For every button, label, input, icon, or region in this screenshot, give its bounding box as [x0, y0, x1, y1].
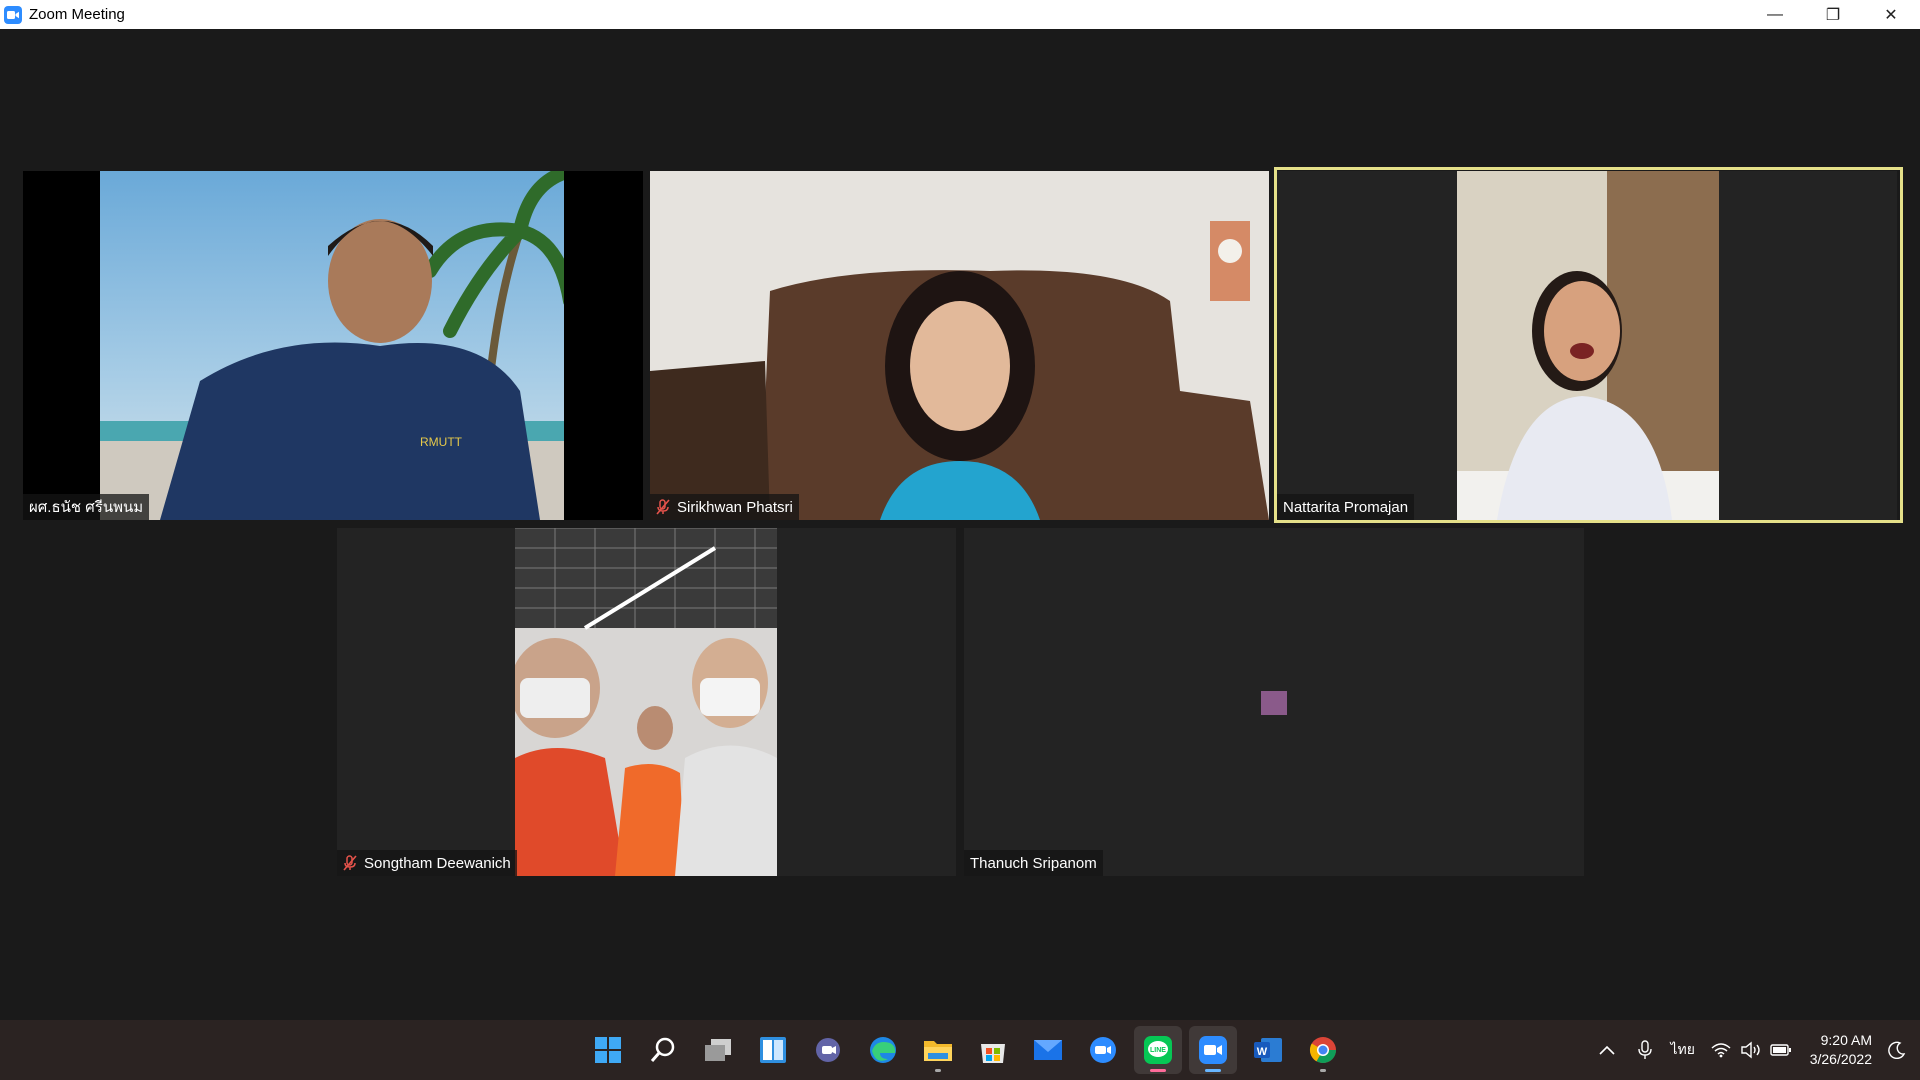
gallery-view: RMUTT ผศ.ธนัช ศรีนพนม Sirikhwan Phatsri … — [0, 29, 1920, 1020]
zoom-app-icon — [4, 5, 22, 24]
volume-button[interactable] — [1736, 1035, 1766, 1065]
avatar-placeholder — [1261, 691, 1287, 715]
microphone-tray-button[interactable] — [1630, 1035, 1660, 1065]
microphone-icon — [1638, 1040, 1652, 1059]
participant-name-label: Songtham Deewanich — [337, 850, 517, 876]
participant-name-label: Thanuch Sripanom — [964, 850, 1103, 876]
participant-video: RMUTT — [100, 171, 564, 520]
task-view-icon — [705, 1039, 731, 1061]
show-hidden-icons-button[interactable] — [1592, 1035, 1622, 1065]
teams-chat-button[interactable] — [804, 1026, 852, 1074]
line-icon: LINE — [1144, 1036, 1172, 1064]
search-icon — [650, 1037, 675, 1062]
chevron-up-icon — [1599, 1045, 1615, 1055]
word-icon: W — [1254, 1038, 1282, 1062]
participant-name: Sirikhwan Phatsri — [677, 498, 793, 516]
moon-icon — [1888, 1041, 1906, 1059]
participant-tile[interactable]: Nattarita Promajan — [1277, 171, 1897, 520]
participant-name-label: Nattarita Promajan — [1277, 494, 1415, 520]
task-view-button[interactable] — [694, 1026, 742, 1074]
participant-video — [650, 171, 1269, 520]
file-explorer-button[interactable] — [914, 1026, 962, 1074]
participant-name: ผศ.ธนัช ศรีนพนม — [29, 499, 144, 516]
participant-name-label: ผศ.ธนัช ศรีนพนม — [23, 494, 150, 520]
running-indicator — [1150, 1069, 1166, 1072]
clock[interactable]: 9:20 AM 3/26/2022 — [1810, 1031, 1872, 1069]
battery-button[interactable] — [1766, 1035, 1796, 1065]
participant-tile[interactable]: Sirikhwan Phatsri — [650, 171, 1269, 520]
focus-assist-button[interactable] — [1882, 1035, 1912, 1065]
taskbar: LINE W ไทย 9:20 AM 3/26/2022 — [0, 1020, 1920, 1080]
chrome-button[interactable] — [1299, 1026, 1347, 1074]
zoom-meeting-button[interactable] — [1189, 1026, 1237, 1074]
clock-date: 3/26/2022 — [1809, 1051, 1872, 1067]
start-button[interactable] — [584, 1026, 632, 1074]
close-button[interactable]: ✕ — [1862, 0, 1920, 29]
participant-video — [1457, 171, 1719, 520]
word-button[interactable]: W — [1244, 1026, 1292, 1074]
search-button[interactable] — [639, 1026, 687, 1074]
system-tray: ไทย 9:20 AM 3/26/2022 — [1592, 1020, 1920, 1080]
svg-text:W: W — [1257, 1046, 1268, 1058]
participant-name: Nattarita Promajan — [1283, 498, 1409, 516]
zoom-button[interactable] — [1079, 1026, 1127, 1074]
mail-icon — [1034, 1040, 1062, 1060]
clock-time: 9:20 AM — [1820, 1032, 1872, 1048]
title-bar: Zoom Meeting — ❐ ✕ — [0, 0, 1920, 29]
teams-chat-icon — [816, 1038, 840, 1062]
battery-icon — [1770, 1044, 1791, 1056]
participant-tile[interactable]: Thanuch Sripanom — [964, 528, 1584, 876]
participant-tile[interactable]: Songtham Deewanich — [337, 528, 956, 876]
edge-icon — [870, 1037, 896, 1063]
minimize-button[interactable]: — — [1746, 0, 1804, 29]
participant-name: Thanuch Sripanom — [970, 854, 1097, 872]
zoom-icon — [1090, 1037, 1116, 1063]
svg-text:LINE: LINE — [1150, 1047, 1166, 1054]
muted-mic-icon — [343, 855, 357, 871]
window-title: Zoom Meeting — [29, 6, 125, 23]
microsoft-store-button[interactable] — [969, 1026, 1017, 1074]
input-language-button[interactable]: ไทย — [1660, 1035, 1706, 1065]
participant-tile[interactable]: RMUTT ผศ.ธนัช ศรีนพนม — [23, 171, 643, 520]
input-language-label: ไทย — [1670, 1041, 1695, 1057]
mail-button[interactable] — [1024, 1026, 1072, 1074]
line-button[interactable]: LINE — [1134, 1026, 1182, 1074]
edge-button[interactable] — [859, 1026, 907, 1074]
running-indicator — [1320, 1069, 1326, 1072]
microsoft-store-icon — [981, 1044, 1005, 1063]
participant-name: Songtham Deewanich — [364, 854, 511, 872]
restore-button[interactable]: ❐ — [1804, 0, 1862, 29]
start-icon — [595, 1037, 621, 1063]
wifi-button[interactable] — [1706, 1035, 1736, 1065]
participant-name-label: Sirikhwan Phatsri — [650, 494, 799, 520]
participant-video — [515, 528, 777, 876]
chrome-icon — [1309, 1037, 1337, 1064]
widgets-button[interactable] — [749, 1026, 797, 1074]
file-explorer-icon — [924, 1041, 952, 1061]
running-indicator — [1205, 1069, 1221, 1072]
zoom-meeting-icon — [1199, 1036, 1227, 1064]
muted-mic-icon — [656, 499, 670, 515]
svg-text:RMUTT: RMUTT — [420, 435, 463, 449]
widgets-icon — [760, 1037, 786, 1063]
volume-icon — [1741, 1041, 1760, 1059]
running-indicator — [935, 1069, 941, 1072]
wifi-icon — [1711, 1043, 1731, 1058]
